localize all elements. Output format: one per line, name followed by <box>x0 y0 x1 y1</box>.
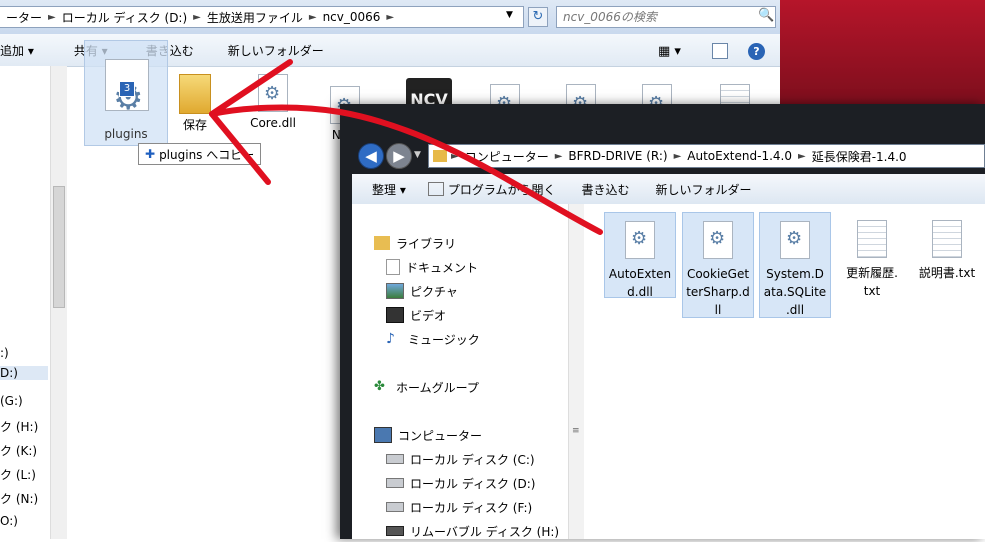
crumb-broadcast-files[interactable]: 生放送用ファイル <box>201 9 309 26</box>
windows-drive-icon <box>386 454 404 464</box>
file-item-core-dll[interactable]: Core.dll <box>238 74 308 130</box>
background-address-bar[interactable]: ーター ► ローカル ディスク (D:) ► 生放送用ファイル ► ncv_0066 ► <box>0 6 524 28</box>
chevron-right-icon: ► <box>451 150 459 162</box>
open-with-icon <box>427 182 444 196</box>
front-file-list: AutoExten d.dll CookieGet terSharp.d ll … <box>584 204 985 539</box>
front-toolbar: 整理 ▾ プログラムから開く 書き込む 新しいフォルダー <box>352 174 985 205</box>
open-with-button[interactable]: プログラムから開く <box>444 181 566 198</box>
chevron-right-icon: ► <box>386 11 395 23</box>
copy-tooltip: ✚ plugins へコピー <box>138 143 262 165</box>
hard-drive-icon <box>386 502 404 512</box>
drag-target-label: plugins <box>104 127 148 141</box>
chevron-right-icon: ► <box>308 11 317 23</box>
preview-pane-icon[interactable] <box>712 43 728 59</box>
nav-drive-item[interactable]: D:) <box>0 366 48 380</box>
txt-file-icon <box>932 220 962 258</box>
nav-drive-item[interactable]: :) <box>0 346 9 360</box>
nav-videos[interactable]: ビデオ <box>386 304 446 326</box>
address-dropdown-icon[interactable]: ▼ <box>506 10 513 20</box>
back-arrow-icon[interactable]: ◀ <box>358 143 384 169</box>
nav-homegroup[interactable]: ✤ ホームグループ <box>374 376 479 398</box>
dll-file-icon <box>258 74 288 112</box>
nav-drive-item[interactable]: ク (H:) <box>0 418 38 435</box>
hard-drive-icon <box>386 478 404 488</box>
nav-drive-item[interactable]: O:) <box>0 514 18 528</box>
removable-drive-icon <box>386 526 404 536</box>
nav-drive-d[interactable]: ローカル ディスク (D:) <box>386 472 535 494</box>
file-item-save-folder[interactable]: 保存 <box>160 74 230 133</box>
file-item-cookiegettersharp-dll[interactable]: CookieGet terSharp.d ll <box>682 212 754 318</box>
burn-button[interactable]: 書き込む <box>572 181 640 198</box>
copy-tooltip-text: plugins へコピー <box>159 147 255 162</box>
nav-drive-item[interactable]: (G:) <box>0 394 23 408</box>
computer-icon <box>374 427 392 443</box>
picture-icon <box>386 283 404 299</box>
chevron-right-icon: ► <box>673 150 682 162</box>
nav-drive-item[interactable]: ク (K:) <box>0 442 37 459</box>
chevron-right-icon: ► <box>554 150 563 162</box>
add-button[interactable]: 追加 ▾ <box>0 42 44 59</box>
crumb-computer[interactable]: ーター <box>0 9 48 26</box>
front-explorer-window: ◀ ▶ ▼ ► コンピューター ► BFRD-DRIVE (R:) ► AutoEx… <box>340 104 985 539</box>
refresh-icon[interactable]: ↻ <box>528 7 548 27</box>
background-nav-scrollbar[interactable] <box>50 66 67 539</box>
library-icon <box>374 236 390 250</box>
file-item-readme-txt[interactable]: 説明書.txt <box>909 212 985 282</box>
new-folder-button[interactable]: 新しいフォルダー <box>218 42 334 59</box>
crumb-computer[interactable]: コンピューター <box>459 148 555 165</box>
crumb-bfrd-drive[interactable]: BFRD-DRIVE (R:) <box>562 149 673 163</box>
dll-file-icon <box>703 221 733 259</box>
chevron-right-icon: ► <box>193 11 201 23</box>
music-note-icon: ♪ <box>386 331 395 347</box>
front-nav-scrollbar[interactable]: ≡ <box>568 204 584 539</box>
nav-computer[interactable]: コンピューター <box>374 424 482 446</box>
file-item-autoextend-dll[interactable]: AutoExten d.dll <box>604 212 676 299</box>
history-dropdown-icon[interactable]: ▼ <box>414 150 421 160</box>
nav-drive-c[interactable]: ローカル ディスク (C:) <box>386 448 535 470</box>
view-options-icon[interactable]: ▦ ▾ <box>658 44 681 59</box>
chevron-right-icon: ► <box>797 150 806 162</box>
front-navigation-pane: ライブラリ ドキュメント ピクチャ ビデオ ♪ ミュージック ✤ ホームグループ コ… <box>352 204 569 539</box>
homegroup-icon: ✤ <box>374 379 385 394</box>
nav-drive-item[interactable]: ク (N:) <box>0 490 38 507</box>
crumb-enchou-hokenkun[interactable]: 延長保険君-1.4.0 <box>806 148 913 165</box>
file-item-system-data-sqlite-dll[interactable]: System.D ata.SQLite .dll <box>759 212 831 318</box>
help-icon[interactable]: ? <box>748 43 765 60</box>
drag-ghost: ⚙ 3 plugins <box>84 40 168 146</box>
folder-icon <box>433 150 447 162</box>
organize-button[interactable]: 整理 ▾ <box>362 181 416 198</box>
crumb-autoextend[interactable]: AutoExtend-1.4.0 <box>681 149 798 163</box>
plus-icon: ✚ <box>145 147 156 161</box>
video-icon <box>386 307 404 323</box>
chevron-right-icon: ► <box>48 11 56 23</box>
background-search-input[interactable]: ncv_0066の検索 <box>556 6 776 28</box>
crumb-ncv-0066[interactable]: ncv_0066 <box>317 10 387 24</box>
crumb-drive-d[interactable]: ローカル ディスク (D:) <box>56 9 193 26</box>
folder-icon <box>179 74 211 114</box>
nav-documents[interactable]: ドキュメント <box>386 256 478 278</box>
search-icon[interactable]: 🔍 <box>758 8 774 23</box>
front-address-bar[interactable]: ► コンピューター ► BFRD-DRIVE (R:) ► AutoExtend-1… <box>428 144 985 168</box>
forward-arrow-icon[interactable]: ▶ <box>386 143 412 169</box>
drag-count-badge: 3 <box>119 81 135 97</box>
nav-pictures[interactable]: ピクチャ <box>386 280 458 302</box>
dll-file-icon <box>780 221 810 259</box>
nav-drive-f[interactable]: ローカル ディスク (F:) <box>386 496 532 518</box>
txt-file-icon <box>857 220 887 258</box>
dll-file-icon <box>625 221 655 259</box>
nav-drive-item[interactable]: ク (L:) <box>0 466 36 483</box>
file-item-changelog-txt[interactable]: 更新履歴. txt <box>836 212 908 298</box>
document-icon <box>386 259 400 275</box>
red-window-titlebar <box>780 0 985 110</box>
nav-music[interactable]: ♪ ミュージック <box>386 328 480 350</box>
new-folder-button[interactable]: 新しいフォルダー <box>646 181 762 198</box>
nav-library[interactable]: ライブラリ <box>374 232 456 254</box>
